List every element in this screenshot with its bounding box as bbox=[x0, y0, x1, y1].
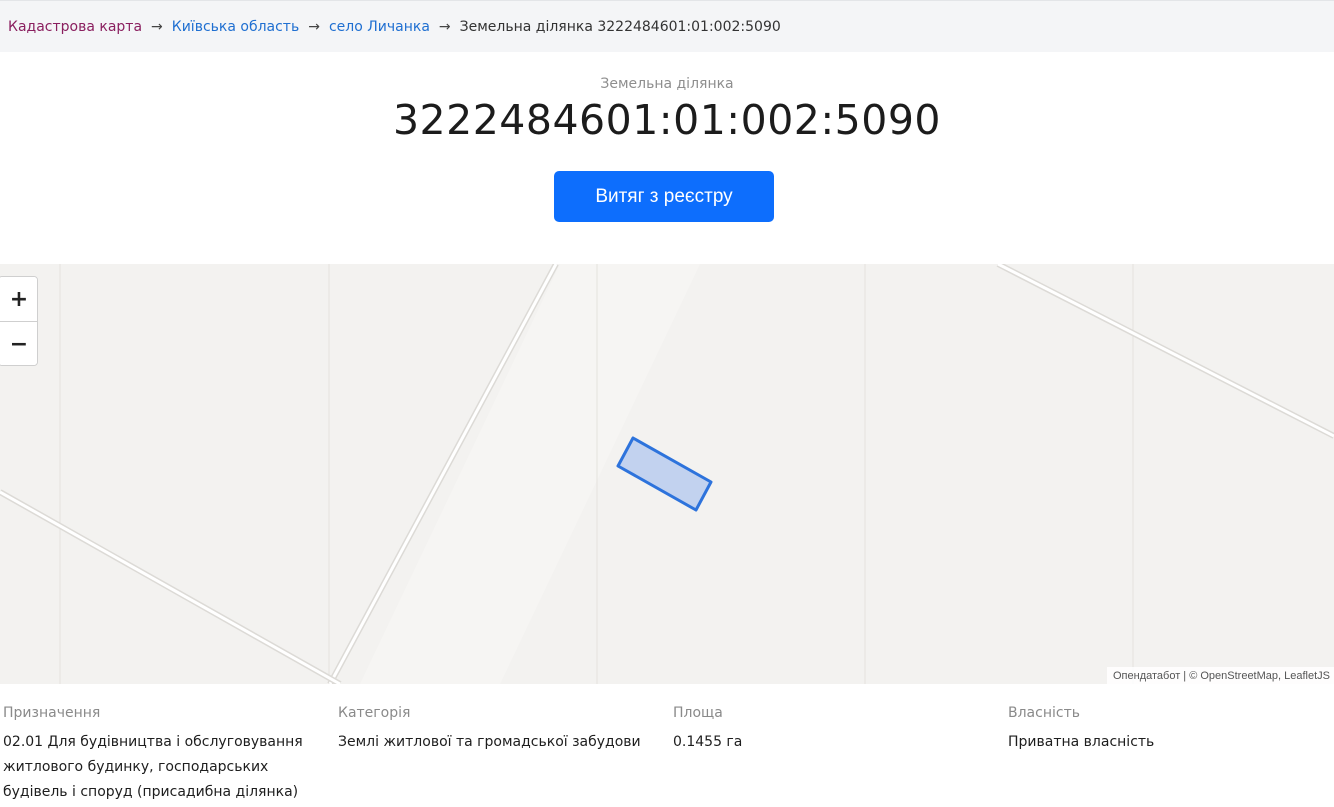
zoom-control: + − bbox=[0, 276, 38, 366]
map-grid bbox=[59, 264, 1134, 684]
zoom-out-button[interactable]: − bbox=[0, 322, 37, 365]
category-value: Землі житлової та громадської забудови bbox=[338, 734, 641, 750]
parcel-details: Призначення 02.01 Для будівництва і обсл… bbox=[0, 684, 1334, 807]
breadcrumb-separator: → bbox=[151, 18, 163, 35]
purpose-value: 02.01 Для будівництва і обслуговування ж… bbox=[3, 734, 303, 800]
page-subtitle: Земельна ділянка bbox=[600, 76, 734, 92]
breadcrumb: Кадастрова карта → Київська область → се… bbox=[0, 0, 1334, 52]
parcel-header: Земельна ділянка 3222484601:01:002:5090 … bbox=[0, 52, 1334, 258]
detail-area: Площа 0.1455 га bbox=[673, 704, 993, 755]
cadastral-map[interactable]: + − Опендатабот | © OpenStreetMap, Leafl… bbox=[0, 264, 1334, 684]
map-attribution[interactable]: Опендатабот | © OpenStreetMap, LeafletJS bbox=[1106, 667, 1334, 684]
purpose-label: Призначення bbox=[3, 705, 101, 721]
page-title: 3222484601:01:002:5090 bbox=[392, 96, 942, 144]
detail-category: Категорія Землі житлової та громадської … bbox=[338, 704, 668, 755]
ownership-label: Власність bbox=[1008, 705, 1080, 721]
land-parcel-polygon[interactable] bbox=[616, 436, 713, 512]
breadcrumb-link-cadastral-map[interactable]: Кадастрова карта bbox=[8, 19, 142, 35]
detail-ownership: Власність Приватна власність bbox=[1008, 704, 1328, 755]
ownership-value: Приватна власність bbox=[1008, 734, 1155, 750]
category-label: Категорія bbox=[338, 705, 411, 721]
area-value: 0.1455 га bbox=[673, 734, 743, 750]
breadcrumb-separator: → bbox=[438, 18, 451, 35]
zoom-in-button[interactable]: + bbox=[0, 277, 37, 322]
breadcrumb-link-village[interactable]: село Личанка bbox=[329, 19, 430, 35]
registry-extract-button[interactable]: Витяг з реєстру bbox=[554, 171, 774, 222]
area-label: Площа bbox=[673, 705, 723, 721]
breadcrumb-current-page: Земельна ділянка 3222484601:01:002:5090 bbox=[459, 18, 781, 35]
breadcrumb-link-region[interactable]: Київська область bbox=[172, 19, 299, 35]
map-canvas[interactable] bbox=[0, 264, 1334, 684]
detail-purpose: Призначення 02.01 Для будівництва і обсл… bbox=[3, 704, 328, 805]
breadcrumb-separator: → bbox=[308, 18, 320, 35]
